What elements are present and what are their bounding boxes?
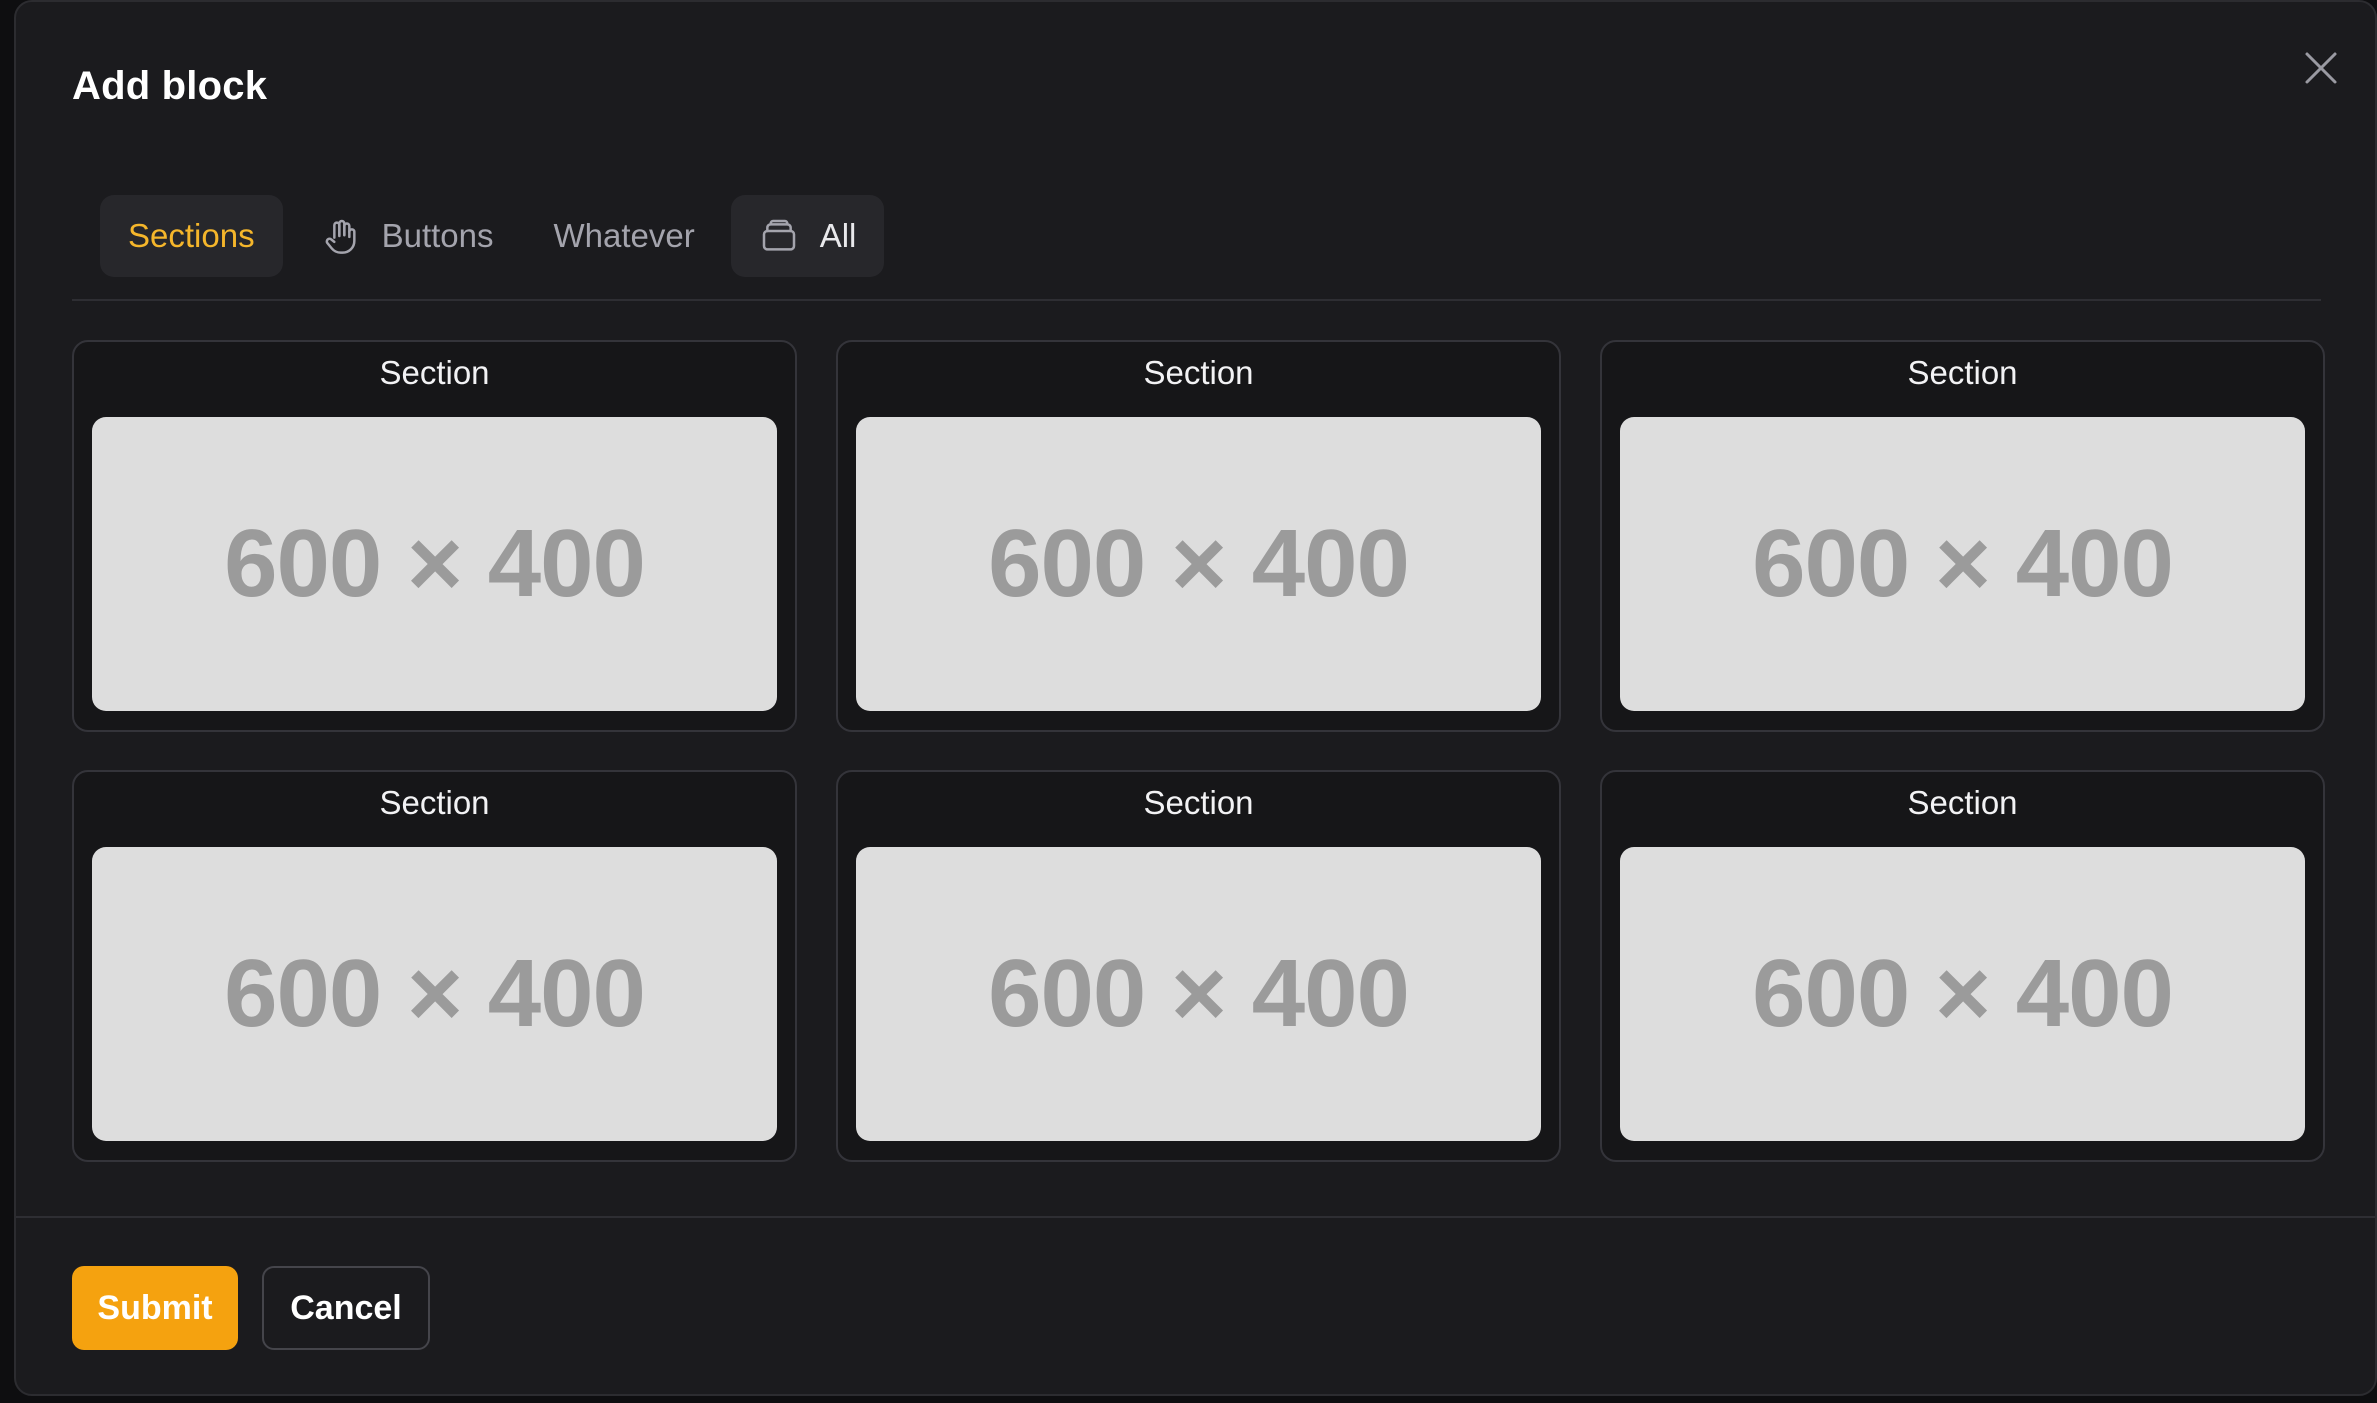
close-button[interactable]: [2299, 46, 2343, 90]
tab-all-label: All: [819, 217, 857, 254]
block-grid: Section 600 × 400 Section 600 × 400 Sect…: [72, 340, 2325, 1162]
tab-buttons[interactable]: Buttons: [293, 195, 522, 277]
cancel-button[interactable]: Cancel: [262, 1266, 430, 1350]
close-icon: [2299, 46, 2343, 90]
block-thumbnail-placeholder: 600 × 400: [92, 847, 777, 1141]
block-card-label: Section: [1907, 354, 2018, 391]
tab-all[interactable]: All: [730, 195, 885, 277]
block-card-label: Section: [379, 354, 490, 391]
footer-divider: [16, 1216, 2375, 1218]
block-card[interactable]: Section 600 × 400: [836, 340, 1561, 732]
submit-button[interactable]: Submit: [72, 1266, 238, 1350]
block-thumbnail-placeholder: 600 × 400: [92, 417, 777, 711]
block-card[interactable]: Section 600 × 400: [836, 770, 1561, 1162]
tab-buttons-label: Buttons: [381, 217, 494, 254]
block-card[interactable]: Section 600 × 400: [72, 770, 797, 1162]
tab-sections-label: Sections: [128, 217, 255, 254]
tab-sections[interactable]: Sections: [100, 195, 283, 277]
block-thumbnail-placeholder: 600 × 400: [1620, 847, 2305, 1141]
block-thumbnail-placeholder: 600 × 400: [1620, 417, 2305, 711]
block-card-label: Section: [379, 784, 490, 821]
tab-whatever[interactable]: Whatever: [526, 195, 723, 277]
dialog-title: Add block: [72, 64, 268, 108]
block-thumbnail-placeholder: 600 × 400: [856, 847, 1541, 1141]
block-card-label: Section: [1907, 784, 2018, 821]
block-card-label: Section: [1143, 354, 1254, 391]
block-card[interactable]: Section 600 × 400: [1600, 770, 2325, 1162]
block-card-label: Section: [1143, 784, 1254, 821]
hand-icon: [321, 216, 361, 256]
tabs-divider: [72, 299, 2321, 301]
block-card[interactable]: Section 600 × 400: [72, 340, 797, 732]
archive-icon: [759, 216, 799, 256]
block-thumbnail-placeholder: 600 × 400: [856, 417, 1541, 711]
add-block-dialog: Add block Sections Buttons Whatever All …: [14, 0, 2377, 1396]
block-card[interactable]: Section 600 × 400: [1600, 340, 2325, 732]
tab-whatever-label: Whatever: [553, 217, 695, 254]
block-category-tabs: Sections Buttons Whatever All: [100, 195, 885, 277]
